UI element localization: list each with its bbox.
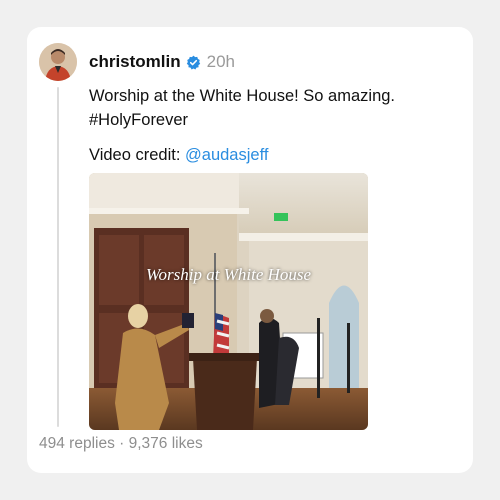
replies-count[interactable]: 494 replies <box>39 435 115 452</box>
video-player[interactable]: Worship at White House <box>89 173 368 430</box>
hashtag-link[interactable]: #HolyForever <box>89 108 459 132</box>
avatar-image <box>39 43 77 81</box>
post-time: 20h <box>206 52 235 71</box>
verified-badge-icon <box>186 55 201 70</box>
video-credit: Video credit: @audasjeff <box>89 143 268 167</box>
credit-label: Video credit: <box>89 146 181 164</box>
likes-count[interactable]: 9,376 likes <box>129 435 203 452</box>
stats-separator: · <box>119 435 125 452</box>
post-card: christomlin 20h Worship at the White Hou… <box>27 27 473 473</box>
username[interactable]: christomlin <box>89 52 181 72</box>
thread-line <box>57 87 59 427</box>
post-header: christomlin 20h <box>89 51 235 73</box>
video-caption: Worship at White House <box>145 265 312 284</box>
post-stats: 494 replies · 9,376 likes <box>39 435 203 453</box>
post-text: Worship at the White House! So amazing. … <box>89 84 459 132</box>
video-thumbnail <box>89 173 368 430</box>
post-text-line: Worship at the White House! So amazing. <box>89 87 396 105</box>
mention-link[interactable]: @audasjeff <box>185 146 268 164</box>
avatar[interactable] <box>39 43 77 81</box>
